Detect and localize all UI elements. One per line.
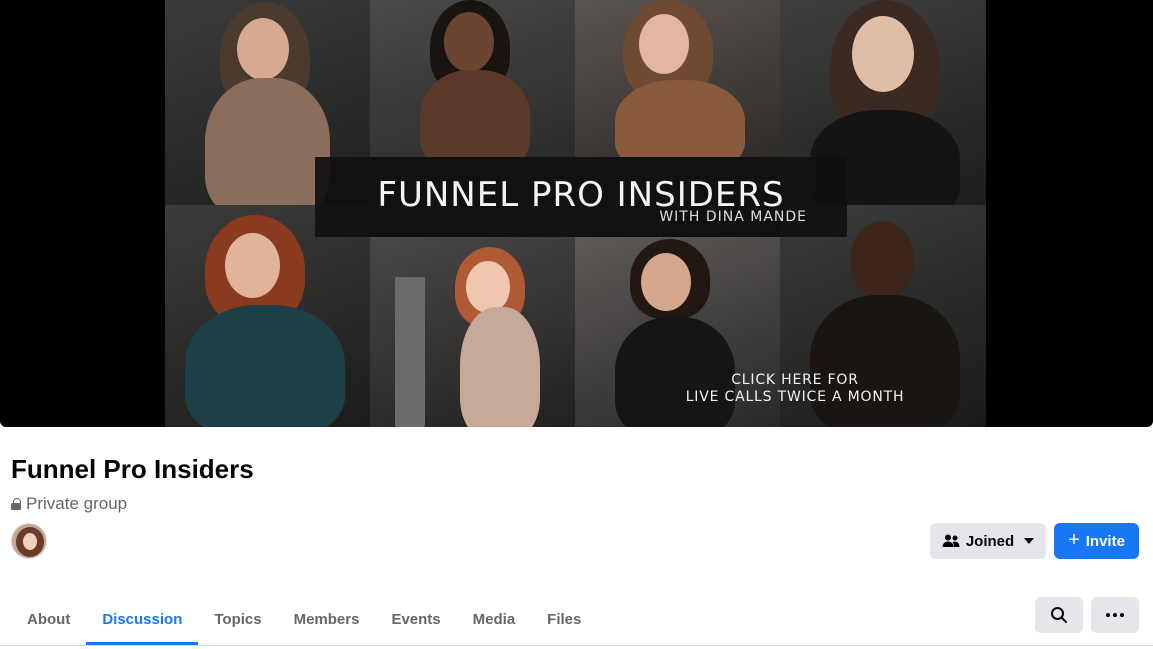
tab-about[interactable]: About bbox=[11, 593, 86, 645]
member-avatar[interactable] bbox=[11, 523, 47, 559]
photo-woman-6 bbox=[370, 237, 575, 427]
photo-woman-2 bbox=[370, 0, 575, 157]
cover-title-box: FUNNEL PRO INSIDERS WITH DINA MANDE bbox=[315, 157, 847, 237]
cover-collage: FUNNEL PRO INSIDERS WITH DINA MANDE CLIC… bbox=[165, 0, 986, 427]
tab-events[interactable]: Events bbox=[375, 593, 456, 645]
people-icon bbox=[942, 534, 960, 547]
photo-woman-5 bbox=[165, 205, 370, 427]
cover-cta-line2: LIVE CALLS TWICE A MONTH bbox=[685, 389, 905, 405]
group-tabs: About Discussion Topics Members Events M… bbox=[11, 593, 597, 645]
joined-button[interactable]: Joined bbox=[930, 523, 1046, 559]
group-name[interactable]: Funnel Pro Insiders bbox=[11, 454, 254, 485]
group-privacy-label: Private group bbox=[26, 494, 128, 513]
more-icon bbox=[1106, 613, 1124, 617]
group-privacy: Private group bbox=[11, 494, 127, 514]
invite-button[interactable]: + Invite bbox=[1054, 523, 1139, 559]
more-options-button[interactable] bbox=[1091, 597, 1139, 633]
tabs-divider bbox=[0, 645, 1153, 646]
cover-subtitle: WITH DINA MANDE bbox=[659, 209, 807, 225]
tab-media[interactable]: Media bbox=[457, 593, 532, 645]
lock-icon bbox=[11, 498, 21, 510]
group-page: FUNNEL PRO INSIDERS WITH DINA MANDE CLIC… bbox=[0, 0, 1153, 649]
tab-files[interactable]: Files bbox=[531, 593, 597, 645]
plus-icon: + bbox=[1068, 529, 1080, 551]
cover-cta: CLICK HERE FOR LIVE CALLS TWICE A MONTH bbox=[665, 372, 925, 406]
tab-members[interactable]: Members bbox=[278, 593, 376, 645]
caret-down-icon bbox=[1024, 538, 1035, 544]
invite-label: Invite bbox=[1085, 532, 1125, 550]
search-button[interactable] bbox=[1035, 597, 1083, 633]
tab-topics[interactable]: Topics bbox=[198, 593, 277, 645]
tab-discussion[interactable]: Discussion bbox=[86, 593, 199, 645]
joined-label: Joined bbox=[965, 532, 1015, 550]
search-icon bbox=[1051, 607, 1067, 623]
cover-photo[interactable]: FUNNEL PRO INSIDERS WITH DINA MANDE CLIC… bbox=[0, 0, 1153, 427]
photo-woman-3 bbox=[575, 0, 780, 157]
cover-cta-line1: CLICK HERE FOR bbox=[731, 372, 859, 388]
